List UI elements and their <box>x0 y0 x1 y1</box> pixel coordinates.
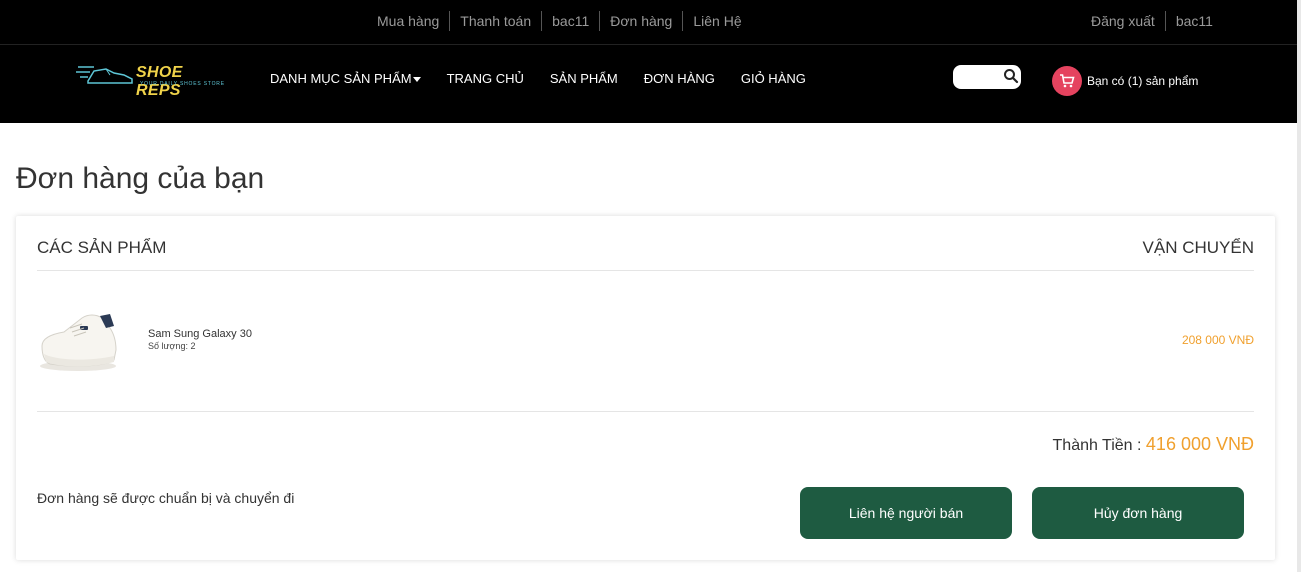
top-link-checkout[interactable]: Thanh toán <box>450 11 543 31</box>
nav-categories-label: DANH MỤC SẢN PHẨM <box>270 71 412 86</box>
logout-link[interactable]: Đăng xuất <box>1081 11 1166 31</box>
product-image <box>40 314 117 371</box>
order-status-note: Đơn hàng sẽ được chuẩn bị và chuyển đi <box>37 490 295 506</box>
nav-categories[interactable]: DANH MỤC SẢN PHẨM <box>270 71 421 87</box>
nav-products[interactable]: SẢN PHẨM <box>550 71 618 87</box>
cart-text: Bạn có (1) sản phẩm <box>1087 74 1199 88</box>
top-links: Mua hàng Thanh toán bac11 Đơn hàng Liên … <box>367 11 752 31</box>
caret-down-icon <box>412 77 421 83</box>
shopping-cart-icon <box>1060 74 1075 88</box>
nav-cart[interactable]: GIỎ HÀNG <box>741 71 806 87</box>
nav-home[interactable]: TRANG CHỦ <box>447 71 524 87</box>
main-nav: DANH MỤC SẢN PHẨM TRANG CHỦ SẢN PHẨM ĐƠN… <box>270 71 832 87</box>
nav-orders[interactable]: ĐƠN HÀNG <box>644 71 715 87</box>
top-link-account[interactable]: bac11 <box>542 11 601 31</box>
product-price: 208 000 VNĐ <box>1181 333 1254 347</box>
total-amount: 416 000 VNĐ <box>1145 434 1254 454</box>
top-link-orders[interactable]: Đơn hàng <box>600 11 684 31</box>
order-card: CÁC SẢN PHẨM VẬN CHUYỂN Sam Sung Galaxy … <box>16 216 1275 560</box>
search-icon[interactable] <box>1003 68 1019 84</box>
cart-summary[interactable]: Bạn có (1) sản phẩm <box>1052 66 1198 96</box>
search-input[interactable] <box>959 68 1003 86</box>
cancel-order-button[interactable]: Hủy đơn hàng <box>1032 487 1244 539</box>
username-link[interactable]: bac11 <box>1166 11 1223 31</box>
shoe-logo-icon <box>76 66 133 84</box>
main-navbar: SHOE REPS YOUR DAILY SHOES STORE DANH MỤ… <box>0 45 1297 123</box>
products-header: CÁC SẢN PHẨM <box>37 238 167 257</box>
top-right-links: Đăng xuất bac11 <box>1081 11 1223 31</box>
logo[interactable]: SHOE REPS YOUR DAILY SHOES STORE <box>76 59 226 99</box>
divider <box>37 270 1254 271</box>
top-link-buy[interactable]: Mua hàng <box>367 11 451 31</box>
total-label: Thành Tiền : <box>1052 437 1142 454</box>
top-bar: Mua hàng Thanh toán bac11 Đơn hàng Liên … <box>0 0 1297 45</box>
product-quantity: Số lượng: 2 <box>148 341 196 351</box>
cart-badge <box>1052 66 1082 96</box>
page-scrollbar[interactable] <box>1297 0 1301 572</box>
search-box <box>953 65 1021 89</box>
order-total: Thành Tiền : 416 000 VNĐ <box>1053 434 1254 455</box>
shipping-header: VẬN CHUYỂN <box>1142 238 1254 257</box>
contact-seller-button[interactable]: Liên hệ người bán <box>800 487 1012 539</box>
page-title: Đơn hàng của bạn <box>16 162 265 195</box>
logo-tagline: YOUR DAILY SHOES STORE <box>140 81 225 87</box>
product-name[interactable]: Sam Sung Galaxy 30 <box>148 328 252 340</box>
top-link-contact[interactable]: Liên Hệ <box>683 11 751 31</box>
divider <box>37 411 1254 412</box>
